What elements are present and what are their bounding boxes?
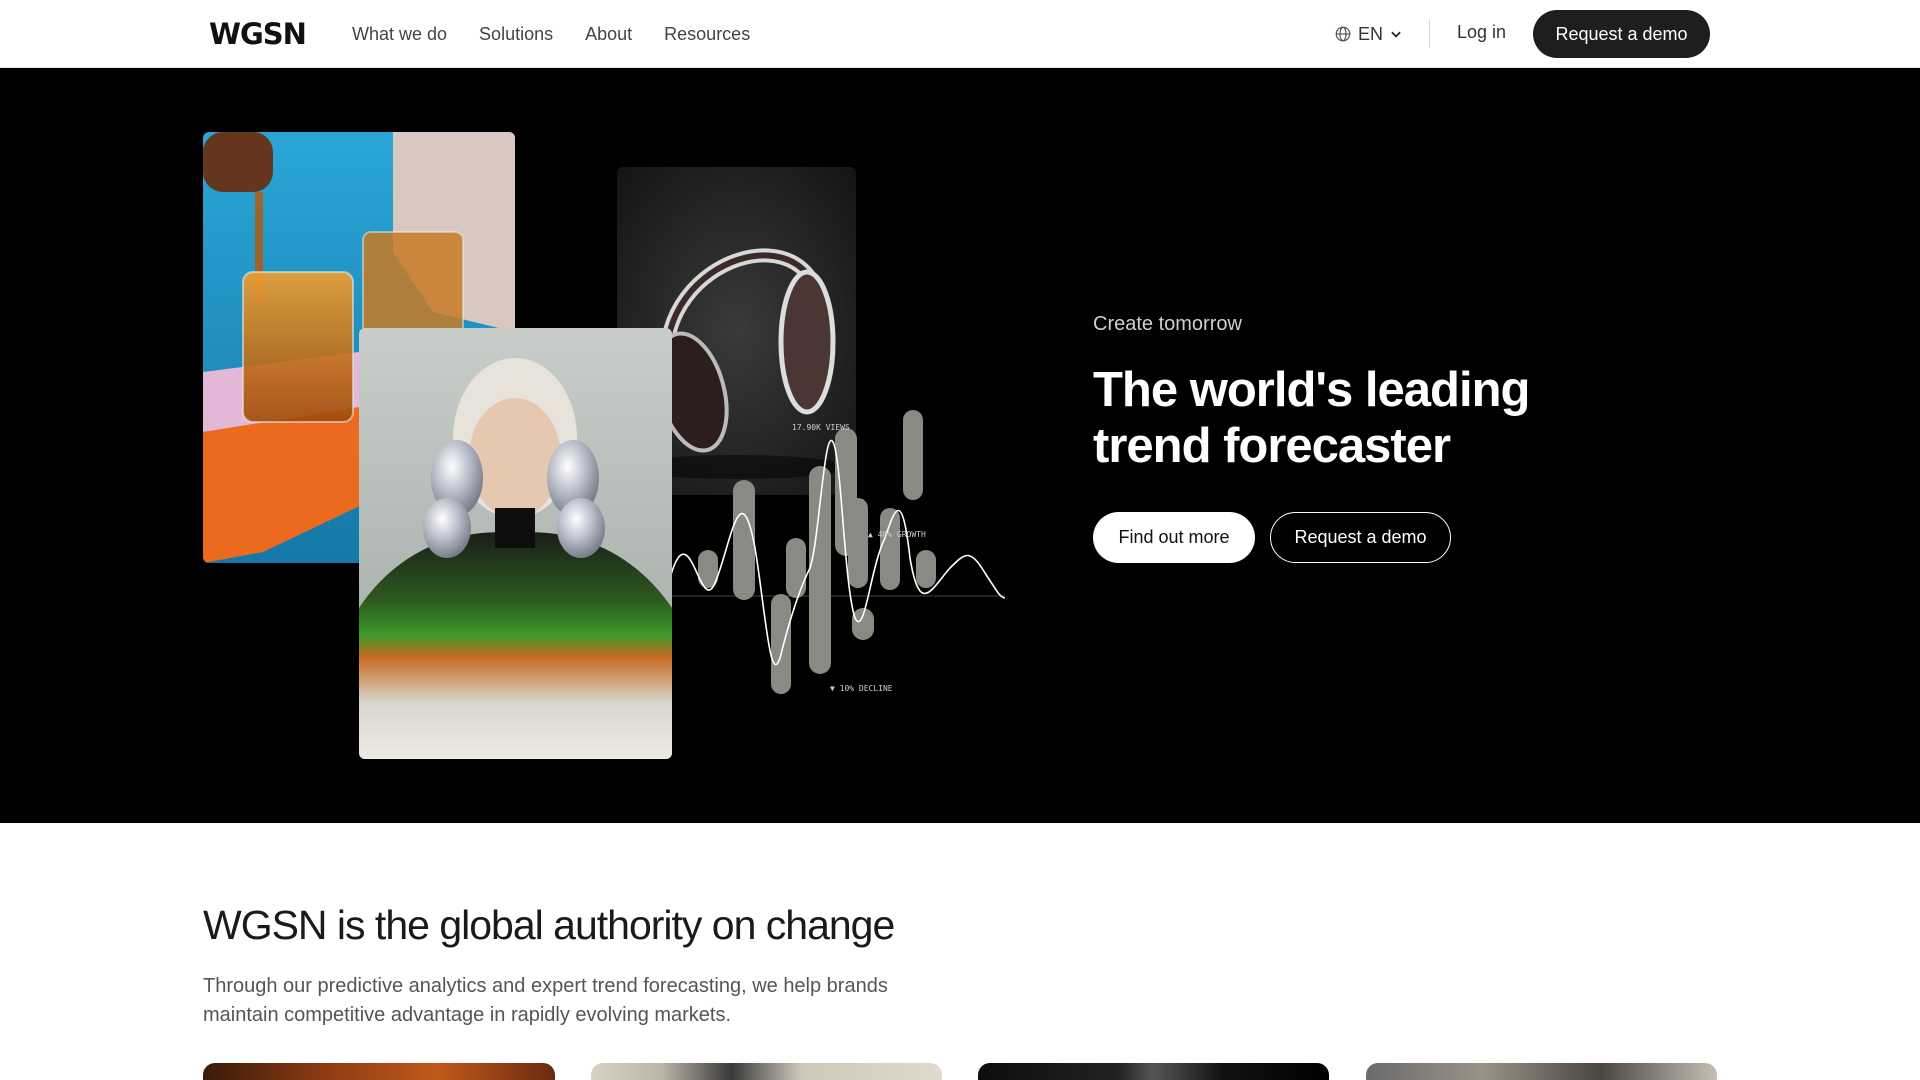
decline-annotation: ▼ 10% DECLINE <box>830 684 893 693</box>
request-demo-button[interactable]: Request a demo <box>1533 10 1710 58</box>
model-portrait-image <box>359 328 672 759</box>
authority-description: Through our predictive analytics and exp… <box>203 975 888 1026</box>
feature-card-image[interactable] <box>591 1063 942 1080</box>
wgsn-logo[interactable]: WGSN <box>209 17 307 51</box>
globe-icon <box>1335 26 1351 42</box>
language-label: EN <box>1358 23 1384 44</box>
nav-link-what-we-do[interactable]: What we do <box>352 24 447 45</box>
chevron-down-icon <box>1391 31 1401 38</box>
language-selector[interactable]: EN <box>1334 22 1403 46</box>
hero-section: 17.90K VIEWS ▲ 40% GROWTH ▼ 10% DECLINE <box>0 68 1920 823</box>
nav-link-resources[interactable]: Resources <box>664 24 750 45</box>
feature-card-image[interactable] <box>978 1063 1329 1080</box>
growth-annotation: ▲ 40% GROWTH <box>868 530 926 539</box>
hero-eyebrow: Create tomorrow <box>1093 313 1242 335</box>
trend-chart-graphic: 17.90K VIEWS ▲ 40% GROWTH ▼ 10% DECLINE <box>670 410 1006 694</box>
views-annotation: 17.90K VIEWS <box>792 423 850 432</box>
login-link[interactable]: Log in <box>1457 22 1506 43</box>
find-out-more-button[interactable]: Find out more <box>1093 512 1255 563</box>
hero-headline: The world's leading trend forecaster <box>1093 363 1530 473</box>
feature-card-image[interactable] <box>203 1063 555 1080</box>
nav-divider <box>1429 20 1430 48</box>
nav-link-about[interactable]: About <box>585 24 632 45</box>
authority-title: WGSN is the global authority on change <box>203 902 895 948</box>
feature-card-image[interactable] <box>1366 1063 1717 1080</box>
hero-request-demo-button[interactable]: Request a demo <box>1270 512 1451 563</box>
top-navbar: WGSN What we do Solutions About Resource… <box>0 0 1920 68</box>
nav-link-solutions[interactable]: Solutions <box>479 24 553 45</box>
primary-nav: What we do Solutions About Resources <box>352 0 750 68</box>
